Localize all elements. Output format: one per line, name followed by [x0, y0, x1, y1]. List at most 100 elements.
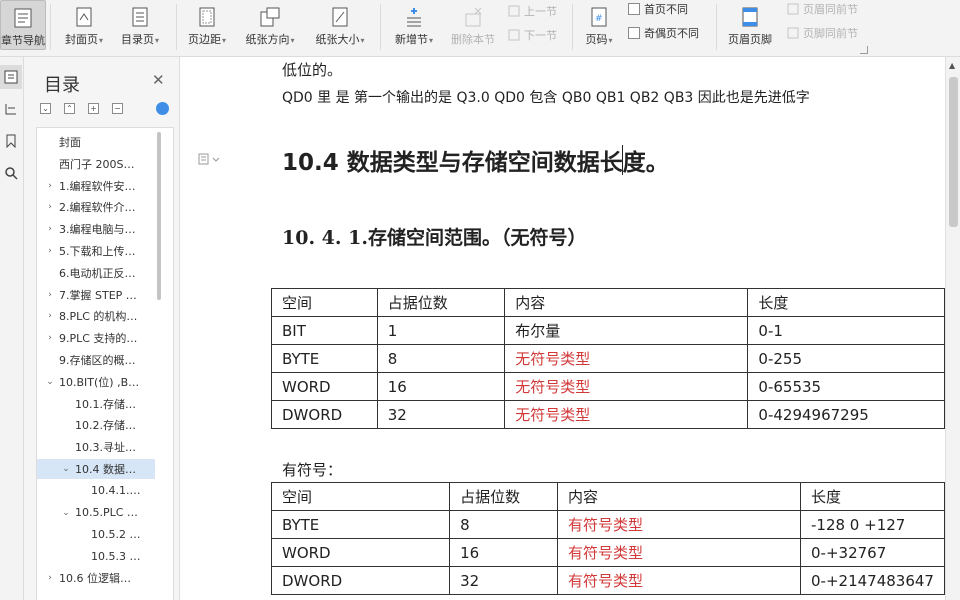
toc-item[interactable]: › 5.下载和上传… [37, 241, 155, 261]
paper-size-button[interactable]: 纸张大小▾ [308, 0, 372, 50]
toc-item-label: 10.5.3 … [91, 549, 141, 563]
table-cell: BYTE [271, 344, 378, 373]
toc-item[interactable]: 10.3.寻址… [37, 437, 155, 457]
chevron-right-icon[interactable]: › [45, 181, 55, 191]
toc-scrollbar[interactable] [157, 132, 161, 300]
chapter-panel-icon[interactable] [0, 97, 22, 121]
table-row: WORD 16 无符号类型 0-65535 [271, 372, 945, 401]
toc-item-label: 8.PLC 的机构… [59, 310, 138, 324]
toc-item-label: 1.编程软件安… [59, 179, 136, 193]
header-footer-button[interactable]: 页眉页脚 [722, 0, 778, 50]
bookmark-icon[interactable] [0, 129, 22, 153]
chevron-right-icon[interactable]: › [45, 246, 55, 256]
chapter-nav-button[interactable]: 章节导航 [0, 0, 46, 50]
chevron-down-icon[interactable]: ⌄ [45, 377, 55, 387]
toc-item[interactable]: › 3.编程电脑与… [37, 219, 155, 239]
new-section-button[interactable]: 新增节▾ [386, 0, 442, 50]
prev-section-icon [507, 4, 521, 18]
ribbon-toolbar: 章节导航 封面页▾ 目录页▾ 页边距▾ 纸张方向▾ 纸张大小▾ 新增节▾ 删除本… [0, 0, 960, 57]
toc-item-label: 10.1.存储… [75, 397, 136, 411]
toc-item[interactable]: ⌄ 10.BIT(位) ,B… [37, 372, 155, 392]
chevron-right-icon[interactable]: › [45, 224, 55, 234]
header-footer-icon [739, 4, 761, 30]
toc-item-label: 5.下载和上传… [59, 245, 136, 258]
search-icon[interactable] [0, 161, 22, 185]
orientation-icon [258, 4, 282, 30]
toc-item-label: 3.编程电脑与… [59, 223, 136, 237]
toc-item[interactable]: 10.4.1.… [37, 481, 155, 501]
table-cell: 有符号类型 [556, 510, 802, 539]
toc-item[interactable]: › 10.6 位逻辑… [37, 568, 155, 588]
toc-panel-icon[interactable] [0, 65, 22, 89]
ribbon-expand-corner[interactable] [860, 46, 868, 54]
vertical-scrollbar[interactable]: ▲ [945, 57, 960, 600]
toc-item[interactable]: ⌄ 10.4 数据… [37, 459, 155, 479]
paper-size-icon [329, 4, 351, 30]
prev-section-button[interactable]: 上一节 [507, 2, 557, 20]
footer-link-icon [786, 26, 800, 40]
table-cell: 0-255 [747, 344, 945, 373]
orientation-label: 纸张方向 [245, 33, 290, 46]
chevron-right-icon[interactable]: › [45, 333, 55, 343]
checkbox-box [628, 27, 640, 39]
toc-item[interactable]: › 7.掌握 STEP … [37, 285, 155, 305]
section-heading: 10.4 数据类型与存储空间数据长度。 [282, 150, 669, 176]
toc-item[interactable]: › 1.编程软件安… [37, 176, 155, 196]
add-heading-icon[interactable]: + [88, 103, 99, 114]
toc-item[interactable]: 10.5.3 … [37, 546, 155, 566]
document-page[interactable]: 低位的。 QD0 里 是 第一个输出的是 Q3.0 QD0 包含 QB0 QB1… [181, 57, 945, 600]
expand-all-icon[interactable]: ⌄ [40, 103, 51, 114]
table-cell: 有符号类型 [556, 538, 802, 567]
header-same-as-previous-button[interactable]: 页眉同前节 [786, 0, 858, 18]
cover-page-button[interactable]: 封面页▾ [58, 0, 110, 50]
page-number-button[interactable]: # 页码▾ [578, 0, 620, 50]
chevron-down-icon[interactable]: ⌄ [61, 464, 71, 474]
next-section-button[interactable]: 下一节 [507, 26, 557, 44]
toc-item[interactable]: 9.存储区的概… [37, 350, 155, 370]
toc-page-button[interactable]: 目录页▾ [114, 0, 166, 50]
toc-item[interactable]: 6.电动机正反… [37, 263, 155, 283]
delete-section-button[interactable]: 删除本节 [446, 0, 500, 50]
close-icon[interactable]: ✕ [152, 71, 165, 89]
table-cell: 8 [376, 344, 506, 373]
paragraph-marker-icon[interactable] [198, 150, 222, 169]
text-cursor [622, 145, 623, 175]
sync-toc-icon[interactable] [156, 102, 169, 115]
table-cell: 0-4294967295 [747, 400, 945, 429]
page-number-label: 页码 [585, 33, 608, 46]
table-cell: 0-1 [747, 316, 945, 345]
table-cell: 0-65535 [747, 372, 945, 401]
first-page-different-checkbox[interactable]: 首页不同 [628, 0, 688, 18]
table-cell: 内容 [504, 288, 749, 317]
toc-item[interactable]: 10.5.2 … [37, 524, 155, 544]
chevron-right-icon[interactable]: › [45, 202, 55, 212]
chevron-right-icon[interactable]: › [45, 311, 55, 321]
toc-item-label: 10.4.1.… [91, 484, 141, 498]
orientation-button[interactable]: 纸张方向▾ [238, 0, 302, 50]
toc-item-label: 9.存储区的概… [59, 354, 136, 367]
toc-item[interactable]: 10.2.存储… [37, 415, 155, 435]
toc-item[interactable]: › 9.PLC 支持的… [37, 328, 155, 348]
table-cell: -128 0 +127 [800, 510, 945, 539]
toc-item[interactable]: 西门子 200S… [37, 154, 155, 174]
chevron-down-icon[interactable]: ⌄ [61, 508, 71, 518]
paper-size-label: 纸张大小 [315, 33, 360, 46]
ribbon-divider [50, 4, 51, 50]
scroll-up-arrow-icon[interactable]: ▲ [949, 61, 955, 70]
toc-item-label: 封面 [59, 136, 81, 149]
footer-same-as-previous-button[interactable]: 页脚同前节 [786, 24, 858, 42]
margins-button[interactable]: 页边距▾ [182, 0, 232, 50]
collapse-all-icon[interactable]: ⌃ [64, 103, 75, 114]
scrollbar-thumb[interactable] [949, 77, 958, 227]
chevron-right-icon[interactable]: › [45, 573, 55, 583]
toc-item[interactable]: 封面 [37, 132, 155, 152]
remove-heading-icon[interactable]: − [112, 103, 123, 114]
toc-item[interactable]: ⌄ 10.5.PLC … [37, 503, 155, 523]
wps-writer-window: 章节导航 封面页▾ 目录页▾ 页边距▾ 纸张方向▾ 纸张大小▾ 新增节▾ 删除本… [0, 0, 960, 600]
toc-item[interactable]: › 8.PLC 的机构… [37, 306, 155, 326]
odd-even-different-checkbox[interactable]: 奇偶页不同 [628, 24, 699, 42]
toc-item[interactable]: › 2.编程软件介… [37, 197, 155, 217]
chevron-right-icon[interactable]: › [45, 290, 55, 300]
toc-item[interactable]: 10.1.存储… [37, 394, 155, 414]
footer-same-as-previous-label: 页脚同前节 [803, 27, 858, 40]
